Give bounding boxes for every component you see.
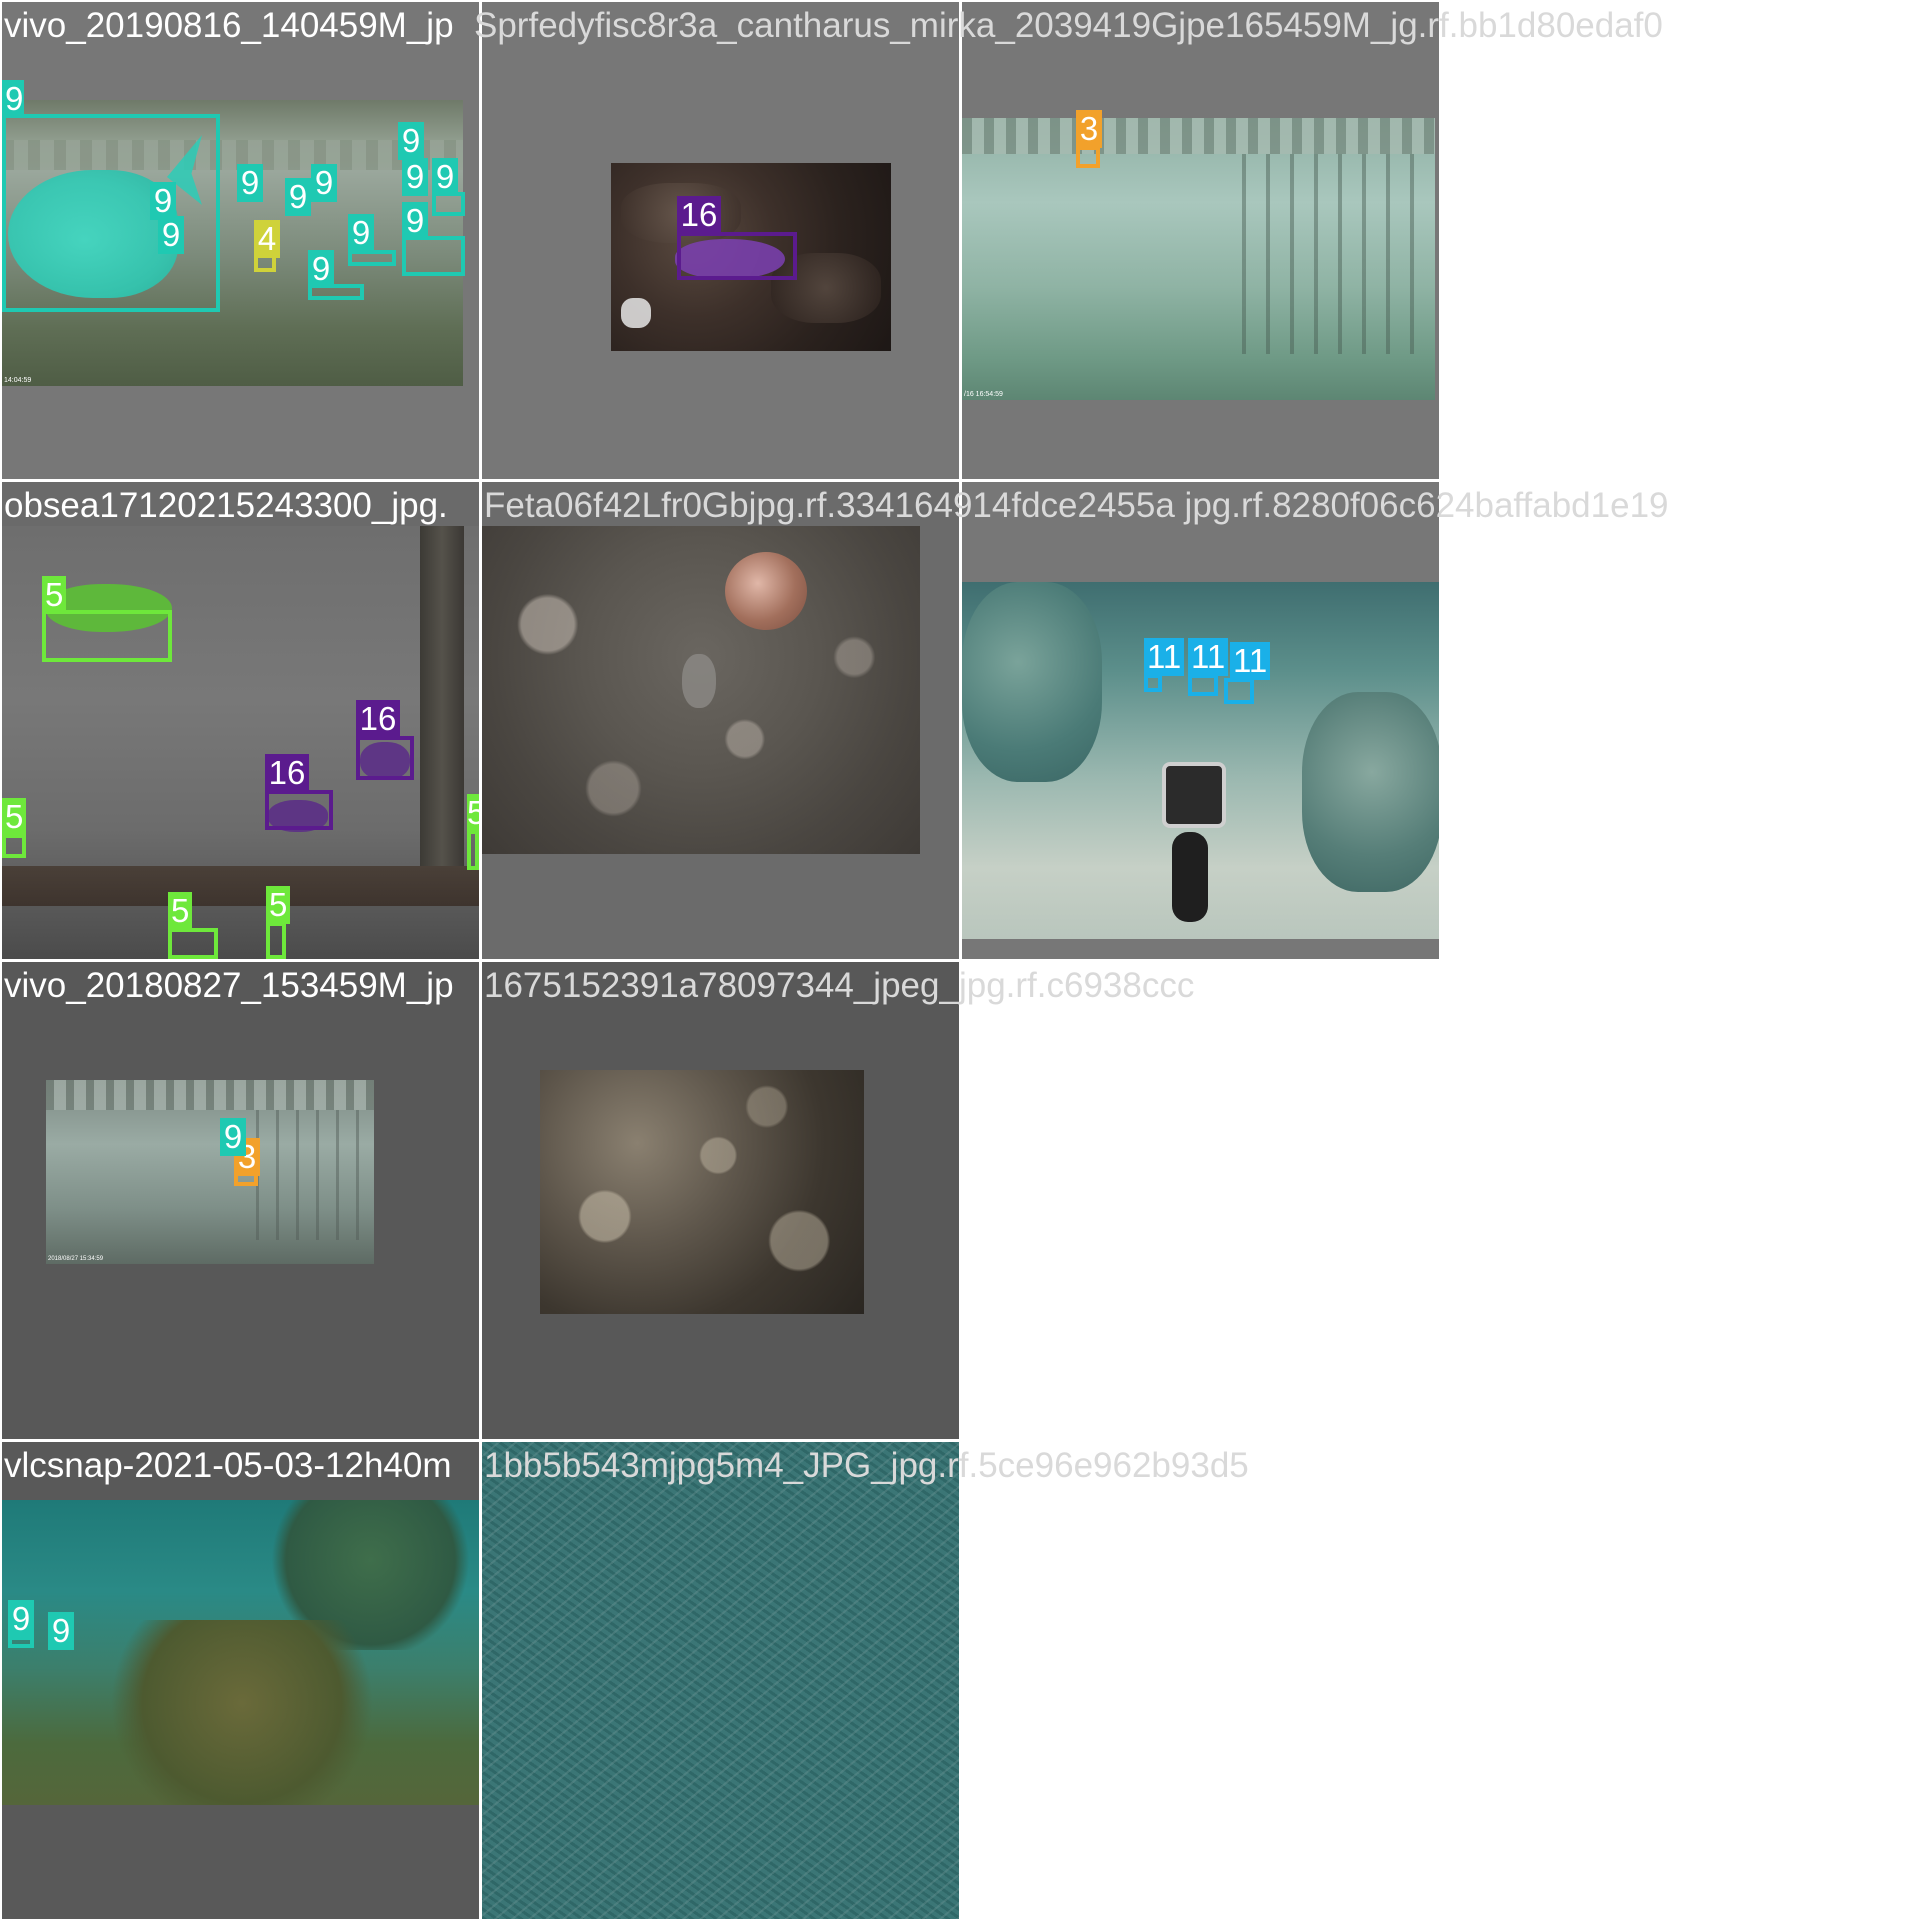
detection-label: 9 [402,202,428,240]
timestamp: 2018/08/27 15:34:59 [48,1256,104,1262]
detection-label: 9 [8,1600,34,1638]
detection-box [42,610,172,662]
detection-label: 9 [220,1118,246,1156]
photo-3: /16 16:54:59 [962,118,1435,400]
detection-label: 9 [2,80,24,118]
photo-9 [2,1500,479,1805]
detection-box [265,790,333,830]
tile-1: 14:04:59 9 9 9 9 9 9 4 9 9 9 9 9 9 [2,2,479,479]
detection-box [348,250,396,266]
detection-box [402,236,465,276]
detection-box [467,830,479,870]
detection-label: 5 [2,798,26,836]
detection-label: 11 [1188,638,1228,676]
filename-overlap: Sprfedyfisc8r3a_cantharus_mirka_2039419G… [474,6,1663,46]
tile-4: 5 16 16 5 5 5 5 [2,482,479,959]
detection-box [1188,674,1218,696]
detection-label: 11 [1230,642,1270,680]
filename-overlap: 1bb5b543mjpg5m4_JPG_jpg.rf.5ce96e962b93d… [484,1446,1249,1486]
detection-label: 9 [308,250,334,288]
tile-7: 2018/08/27 15:34:59 3 9 [2,962,479,1439]
detection-box [2,114,220,312]
detection-label: 9 [285,178,311,216]
detection-label: 5 [266,886,290,924]
filename-overflow: g_jpg.rf.c6938ccc [920,966,1195,1005]
tile-3: /16 16:54:59 3 [962,2,1439,479]
detection-label: 16 [677,196,721,234]
photo-8 [540,1070,864,1314]
tile-6: 11 11 11 [962,482,1439,959]
detection-label: 16 [356,700,400,738]
detection-label: 9 [237,164,263,202]
filename-overflow: .5ce96e962b93d5 [968,1446,1249,1485]
detection-box [1224,678,1254,704]
detection-label: 5 [168,892,192,930]
filename-overlap: Feta06f42Lfr0Gbjpg.rf.334164914fdce2455a… [484,486,1669,526]
tile-8 [482,962,959,1439]
detection-label: 3 [1076,110,1102,148]
filename-text: Sprfedyfisc8r3a_cantharus_mirka_2039419G… [474,6,1399,45]
detection-box [677,232,797,280]
timestamp: 14:04:59 [4,377,32,384]
detection-label: 16 [265,754,309,792]
timestamp: /16 16:54:59 [964,391,1003,398]
detection-label: 5 [42,576,66,614]
detection-box [266,922,286,959]
detection-label: 4 [254,220,280,258]
detection-label: 9 [150,182,176,220]
detection-box [1076,146,1100,168]
detection-box [1144,674,1162,692]
tile-2: 16 [482,2,959,479]
photo-10 [482,1442,959,1919]
filename-overlap: 1675152391a78097344_jpeg_jpg.rf.c6938ccc [484,966,1194,1006]
photo-5 [482,526,920,854]
detection-label: 9 [311,164,337,202]
tile-10 [482,1442,959,1919]
filename-overflow: .8280f06c624baffabd1e19 [1262,486,1669,525]
detection-label: 9 [158,216,184,254]
filename-overflow: g.rf.bb1d80edaf0 [1398,6,1663,45]
filename-text: 1bb5b543mjpg5m4_JPG_jpg.rf [484,1446,969,1485]
detection-label: 9 [348,214,374,252]
image-mosaic: 14:04:59 9 9 9 9 9 9 4 9 9 9 9 9 9 16 /1… [0,0,1920,1920]
detection-label: 9 [48,1612,74,1650]
detection-label: 5 [467,794,479,832]
detection-box [168,928,218,959]
filename-text: 1675152391a78097344_jpe [484,966,921,1005]
detection-label: 11 [1144,638,1184,676]
detection-label: 9 [398,122,424,160]
detection-label: 9 [402,158,428,196]
detection-box [2,834,26,858]
tile-9: 9 9 [2,1442,479,1919]
detection-label: 9 [432,158,458,196]
tile-5 [482,482,959,959]
detection-box [356,736,414,780]
photo-6 [962,582,1439,939]
filename-text: Feta06f42Lfr0Gbjpg.rf.334164914fdce2455a… [484,486,1263,525]
photo-7: 2018/08/27 15:34:59 [46,1080,374,1264]
